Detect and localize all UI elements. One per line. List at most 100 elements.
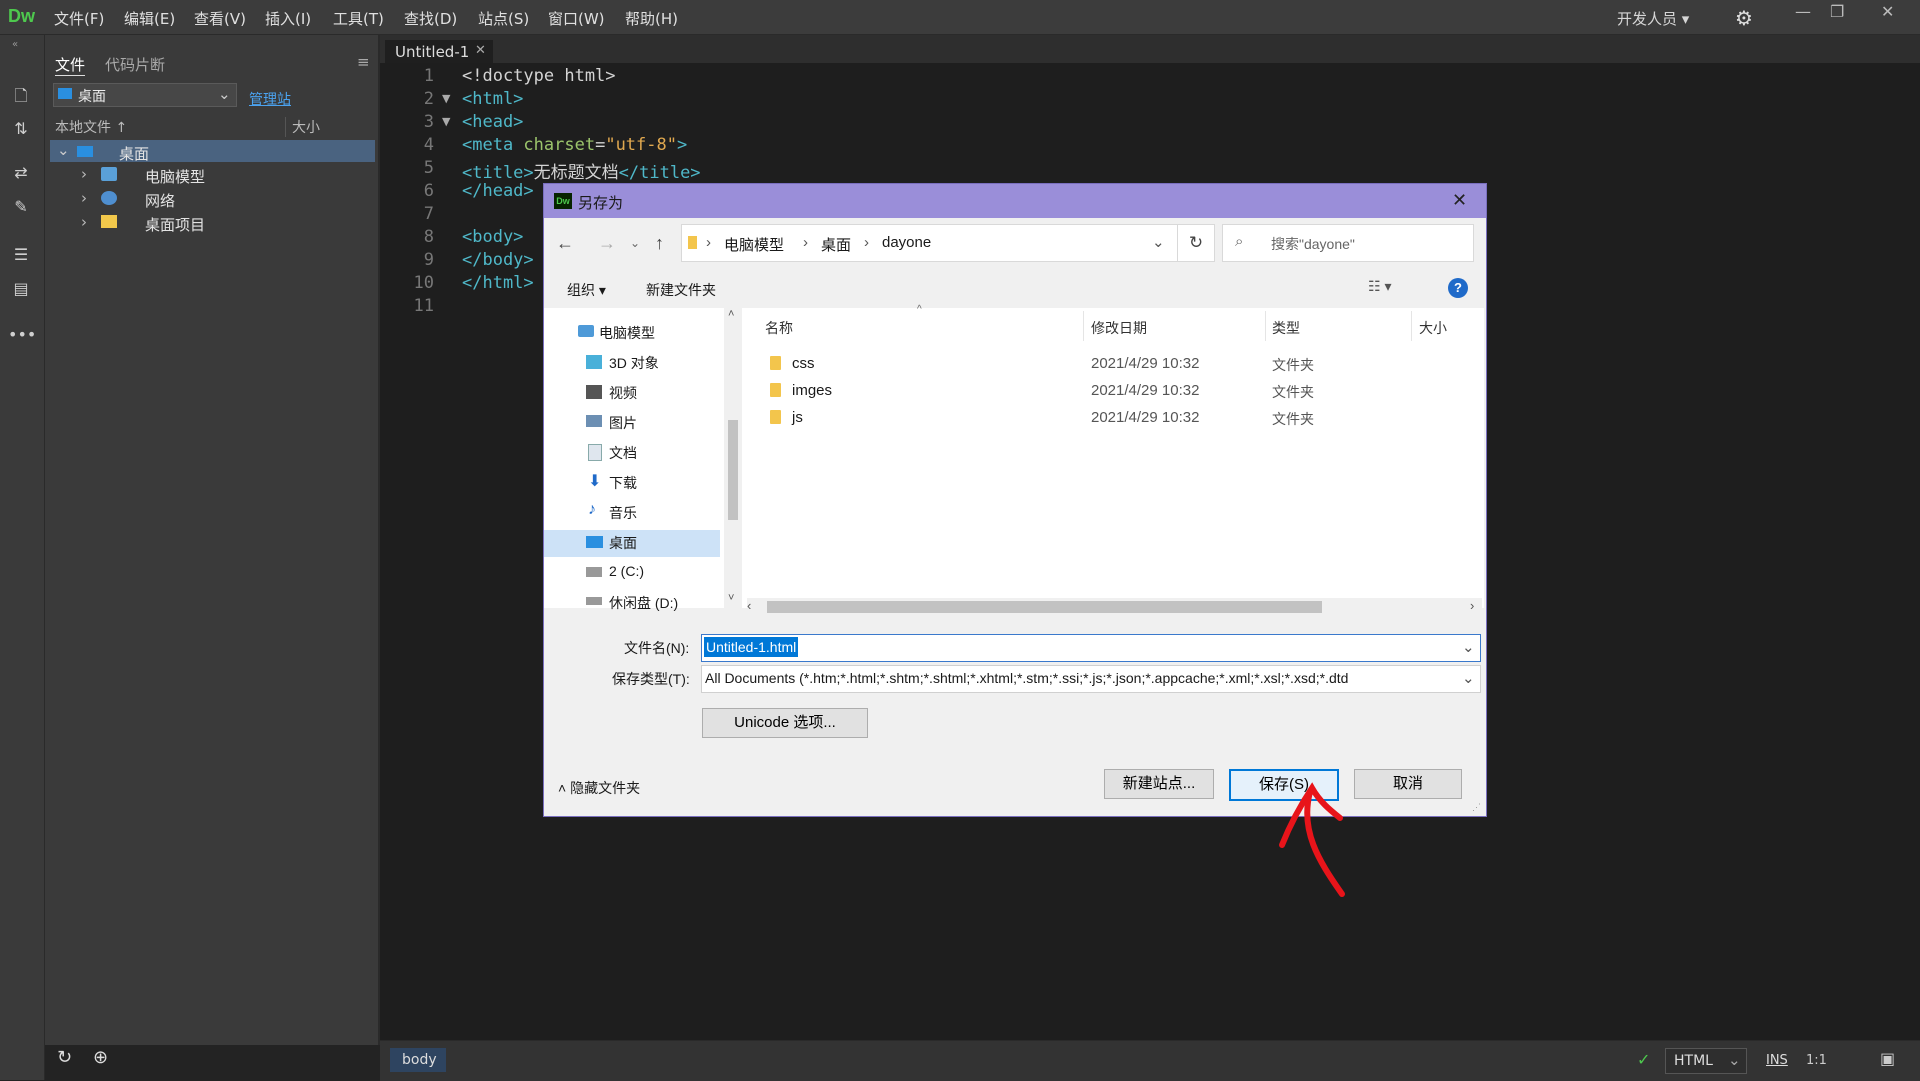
breadcrumb-computer[interactable]: 电脑模型 xyxy=(724,234,784,255)
help-icon[interactable]: ? xyxy=(1448,278,1468,298)
tree-item-network[interactable]: 网络 xyxy=(145,190,175,211)
breadcrumb-desktop[interactable]: 桌面 xyxy=(821,234,851,255)
menu-find[interactable]: 查找(D) xyxy=(404,8,457,29)
view-options-icon[interactable]: ☷ ▾ xyxy=(1368,278,1391,295)
horizontal-scrollbar[interactable]: ‹ › xyxy=(747,598,1482,616)
menu-help[interactable]: 帮助(H) xyxy=(625,8,678,29)
nav-item-desktop[interactable]: 桌面 xyxy=(609,533,637,553)
unicode-options-button[interactable]: Unicode 选项... xyxy=(702,708,868,738)
connect-icon[interactable]: ⊕ xyxy=(93,1047,108,1068)
nav-item-drive-c[interactable]: 2 (C:) xyxy=(609,563,644,579)
chevron-down-icon[interactable]: ⌄ xyxy=(1152,233,1165,251)
chevron-down-icon[interactable]: ⌄ xyxy=(1462,638,1475,656)
insert-mode[interactable]: INS xyxy=(1766,1053,1788,1068)
scroll-up-icon[interactable]: ˄ xyxy=(728,308,734,320)
tab-untitled-1[interactable]: Untitled-1 ✕ xyxy=(385,40,493,64)
preview-icon[interactable]: ▣ xyxy=(1880,1049,1895,1068)
restore-icon[interactable]: ❐ xyxy=(1830,2,1844,21)
refresh-icon[interactable]: ↻ xyxy=(1177,224,1215,262)
search-box[interactable]: ⌕ 搜索"dayone" xyxy=(1222,224,1474,262)
nav-item-drive-d[interactable]: 休闲盘 (D:) xyxy=(609,593,678,613)
expand-arrow-icon[interactable]: › xyxy=(81,165,87,183)
sync-settings-icon[interactable]: ⚙ xyxy=(1735,6,1753,30)
menu-insert[interactable]: 插入(I) xyxy=(265,8,311,29)
close-icon[interactable]: ✕ xyxy=(1881,2,1894,21)
collapse-arrow-icon[interactable]: ⌄ xyxy=(57,141,70,159)
col-type[interactable]: 类型 xyxy=(1272,318,1300,338)
nav-item-pictures[interactable]: 图片 xyxy=(609,413,637,433)
nav-item-3d[interactable]: 3D 对象 xyxy=(609,353,659,373)
filetype-select[interactable]: All Documents (*.htm;*.html;*.shtm;*.sht… xyxy=(701,665,1481,693)
line-number: 1 xyxy=(423,66,434,86)
hide-folders-toggle[interactable]: ˄ 隐藏文件夹 xyxy=(558,778,640,798)
scroll-right-icon[interactable]: › xyxy=(1470,598,1474,613)
resize-grip-icon[interactable]: ⋰ xyxy=(1472,802,1481,813)
collapse-icon[interactable]: « xyxy=(12,39,18,50)
file-transfer-icon[interactable]: ⇅ xyxy=(8,119,34,141)
new-folder-button[interactable]: 新建文件夹 xyxy=(646,280,716,300)
minimize-icon[interactable]: — xyxy=(1795,2,1811,21)
validate-icon[interactable]: ▤ xyxy=(8,279,34,301)
menu-view[interactable]: 查看(V) xyxy=(194,8,246,29)
back-icon[interactable]: ← xyxy=(556,233,574,254)
tree-item-desktop-project[interactable]: 桌面项目 xyxy=(145,214,205,235)
nav-item-music[interactable]: 音乐 xyxy=(609,503,637,523)
filename-input[interactable]: Untitled-1.html ⌄ xyxy=(701,634,1481,662)
breadcrumb-dayone[interactable]: dayone xyxy=(882,234,931,251)
new-site-button[interactable]: 新建站点... xyxy=(1104,769,1214,799)
chevron-right-icon: › xyxy=(864,234,869,251)
file-name[interactable]: css xyxy=(792,355,815,372)
nav-item-downloads[interactable]: 下载 xyxy=(609,473,637,493)
scroll-down-icon[interactable]: ˅ xyxy=(728,592,734,604)
workspace-switcher[interactable]: 开发人员 ▾ xyxy=(1617,8,1689,29)
recent-chevron-icon[interactable]: ⌄ xyxy=(630,236,640,250)
col-size[interactable]: 大小 xyxy=(1419,318,1447,338)
more-icon[interactable]: ••• xyxy=(8,325,36,347)
nav-item-computer[interactable]: 电脑模型 xyxy=(599,323,655,343)
col-name[interactable]: 名称 xyxy=(765,318,793,338)
close-icon[interactable]: ✕ xyxy=(475,43,486,58)
tag-selector-body[interactable]: body xyxy=(390,1048,446,1072)
scrollbar-thumb[interactable] xyxy=(728,420,738,520)
nav-item-documents[interactable]: 文档 xyxy=(609,443,637,463)
expand-icon[interactable]: ⇄ xyxy=(8,163,34,185)
organize-button[interactable]: 组织 ▾ xyxy=(567,280,606,300)
up-icon[interactable]: ↑ xyxy=(655,233,664,254)
tree-item-desktop[interactable]: 桌面 xyxy=(119,143,149,164)
file-name[interactable]: imges xyxy=(792,382,832,399)
menu-window[interactable]: 窗口(W) xyxy=(548,8,605,29)
nav-item-video[interactable]: 视频 xyxy=(609,383,637,403)
col-local-files[interactable]: 本地文件 ↑ xyxy=(55,117,127,137)
col-size[interactable]: 大小 xyxy=(285,117,320,137)
new-file-icon[interactable]: 🗋 xyxy=(8,85,34,107)
refresh-icon[interactable]: ↻ xyxy=(57,1047,72,1068)
forward-icon[interactable]: → xyxy=(598,233,616,254)
doc-type-select[interactable]: HTML ⌄ xyxy=(1665,1048,1747,1074)
col-date[interactable]: 修改日期 xyxy=(1091,318,1147,338)
tab-files[interactable]: 文件 xyxy=(55,54,86,76)
fold-icon[interactable]: ▼ xyxy=(442,92,450,105)
menu-tools[interactable]: 工具(T) xyxy=(333,8,384,29)
manage-sites-link[interactable]: 管理站 xyxy=(249,89,291,109)
comment-icon[interactable]: ☰ xyxy=(8,245,34,267)
menu-site[interactable]: 站点(S) xyxy=(478,8,529,29)
scrollbar-thumb[interactable] xyxy=(767,601,1322,613)
menu-file[interactable]: 文件(F) xyxy=(54,8,104,29)
close-icon[interactable]: ✕ xyxy=(1452,190,1467,211)
nav-scrollbar[interactable]: ˄ ˅ xyxy=(724,308,742,608)
scroll-left-icon[interactable]: ‹ xyxy=(747,598,751,613)
cancel-button[interactable]: 取消 xyxy=(1354,769,1462,799)
brush-icon[interactable]: ✎ xyxy=(8,197,34,219)
panel-menu-icon[interactable]: ≡ xyxy=(357,53,370,71)
expand-arrow-icon[interactable]: › xyxy=(81,189,87,207)
fold-icon[interactable]: ▼ xyxy=(442,115,450,128)
computer-icon xyxy=(578,325,594,337)
address-bar[interactable]: › 电脑模型 › 桌面 › dayone ⌄ xyxy=(681,224,1179,262)
tab-snippets[interactable]: 代码片断 xyxy=(105,54,165,75)
filename-value: Untitled-1.html xyxy=(704,637,799,657)
menu-edit[interactable]: 编辑(E) xyxy=(124,8,175,29)
expand-arrow-icon[interactable]: › xyxy=(81,213,87,231)
site-select[interactable]: 桌面 ⌄ xyxy=(53,83,237,107)
tree-item-computer[interactable]: 电脑模型 xyxy=(145,166,205,187)
file-name[interactable]: js xyxy=(792,409,803,426)
